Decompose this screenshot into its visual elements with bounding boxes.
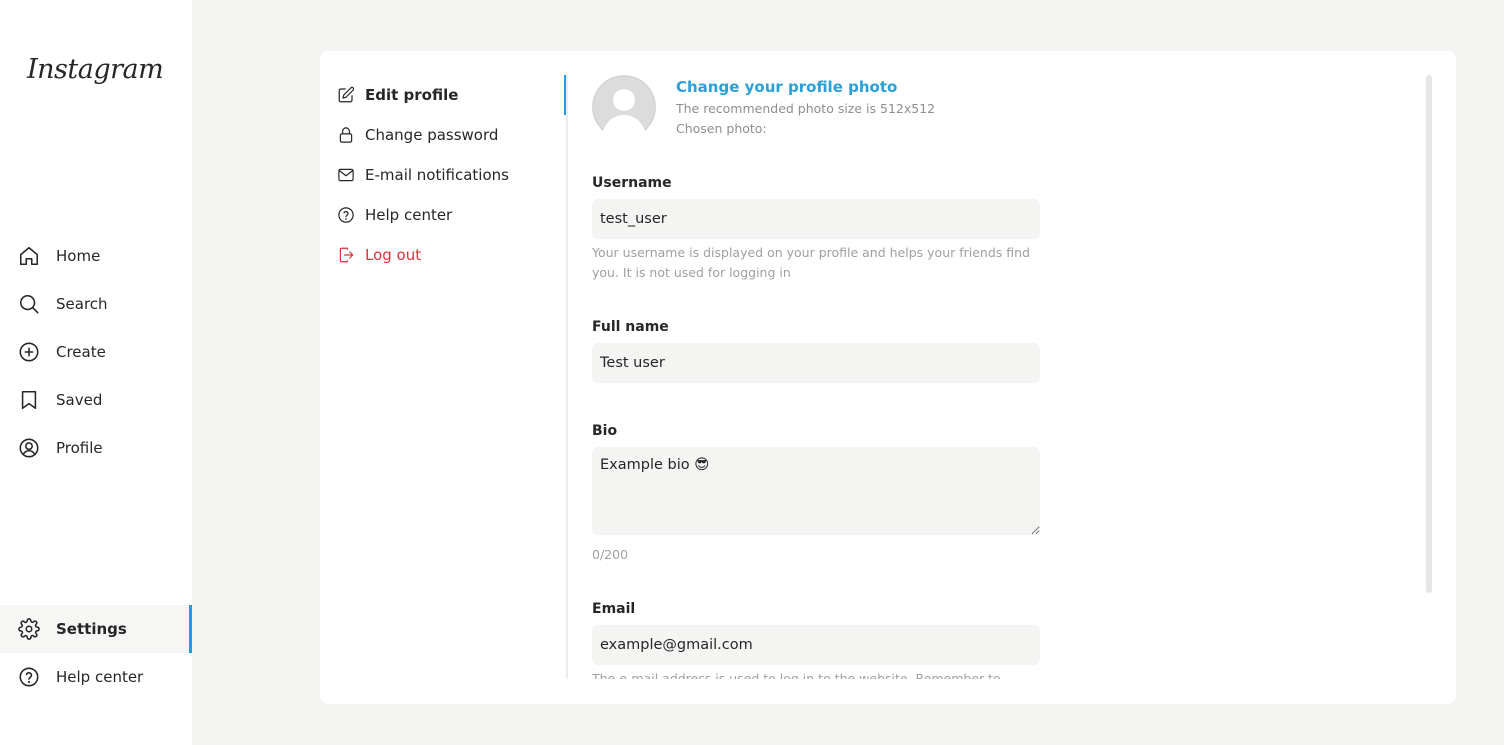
menu-item-label: Help center — [365, 206, 453, 224]
form-scrollbar[interactable] — [1426, 75, 1432, 593]
email-input[interactable] — [592, 625, 1040, 665]
pencil-icon — [337, 86, 355, 104]
gear-icon — [17, 618, 40, 641]
instagram-logo[interactable]: Instagram — [27, 54, 164, 85]
bottom-nav: Settings Help center — [0, 605, 192, 701]
edit-profile-form: Change your profile photo The recommende… — [592, 51, 1392, 679]
menu-item-help-center[interactable]: Help center — [320, 195, 567, 235]
settings-card: Edit profile Change password E-mail noti… — [320, 51, 1456, 704]
home-icon — [17, 245, 40, 268]
menu-item-label: Log out — [365, 246, 422, 264]
nav-item-label: Create — [56, 343, 106, 361]
menu-item-label: E-mail notifications — [365, 166, 509, 184]
chosen-photo-label: Chosen photo: — [676, 121, 767, 136]
nav-item-label: Help center — [56, 668, 144, 686]
email-label: Email — [592, 601, 636, 617]
nav-item-search[interactable]: Search — [0, 280, 192, 328]
menu-item-log-out[interactable]: Log out — [320, 235, 567, 275]
help-circle-icon — [17, 666, 40, 689]
menu-item-label: Edit profile — [365, 86, 459, 104]
nav-item-label: Home — [56, 247, 101, 265]
envelope-icon — [337, 166, 355, 184]
nav-item-create[interactable]: Create — [0, 328, 192, 376]
left-sidebar: Instagram Home Search Create Saved Profi… — [0, 0, 192, 745]
nav-item-label: Saved — [56, 391, 103, 409]
bio-label: Bio — [592, 423, 618, 439]
nav-item-settings[interactable]: Settings — [0, 605, 192, 653]
menu-item-change-password[interactable]: Change password — [320, 115, 567, 155]
menu-item-label: Change password — [365, 126, 499, 144]
menu-item-email-notifications[interactable]: E-mail notifications — [320, 155, 567, 195]
plus-circle-icon — [17, 341, 40, 364]
photo-size-hint: The recommended photo size is 512x512 — [676, 101, 936, 116]
lock-icon — [337, 126, 355, 144]
nav-item-profile[interactable]: Profile — [0, 424, 192, 472]
change-photo-link[interactable]: Change your profile photo — [676, 78, 897, 96]
search-icon — [17, 293, 40, 316]
bookmark-icon — [17, 389, 40, 412]
help-circle-icon — [337, 206, 355, 224]
nav-item-label: Profile — [56, 439, 103, 457]
nav-item-saved[interactable]: Saved — [0, 376, 192, 424]
full-name-input[interactable] — [592, 343, 1040, 383]
default-avatar-icon — [592, 75, 656, 139]
main-nav: Home Search Create Saved Profile — [0, 232, 192, 472]
menu-divider — [566, 75, 568, 679]
menu-item-edit-profile[interactable]: Edit profile — [320, 75, 567, 115]
username-hint: Your username is displayed on your profi… — [592, 245, 1031, 280]
bio-char-counter: 0/200 — [592, 547, 629, 562]
user-circle-icon — [17, 437, 40, 460]
username-label: Username — [592, 175, 672, 191]
avatar[interactable] — [592, 75, 656, 139]
email-hint: The e-mail address is used to log in to … — [592, 671, 1001, 679]
settings-menu: Edit profile Change password E-mail noti… — [320, 75, 567, 275]
nav-item-label: Settings — [56, 620, 127, 638]
nav-item-home[interactable]: Home — [0, 232, 192, 280]
nav-item-label: Search — [56, 295, 108, 313]
bio-textarea[interactable]: Example bio 😎 — [592, 447, 1040, 535]
nav-item-help-center[interactable]: Help center — [0, 653, 192, 701]
full-name-label: Full name — [592, 319, 669, 335]
active-menu-indicator — [564, 75, 566, 115]
username-input[interactable] — [592, 199, 1040, 239]
logout-icon — [337, 246, 355, 264]
